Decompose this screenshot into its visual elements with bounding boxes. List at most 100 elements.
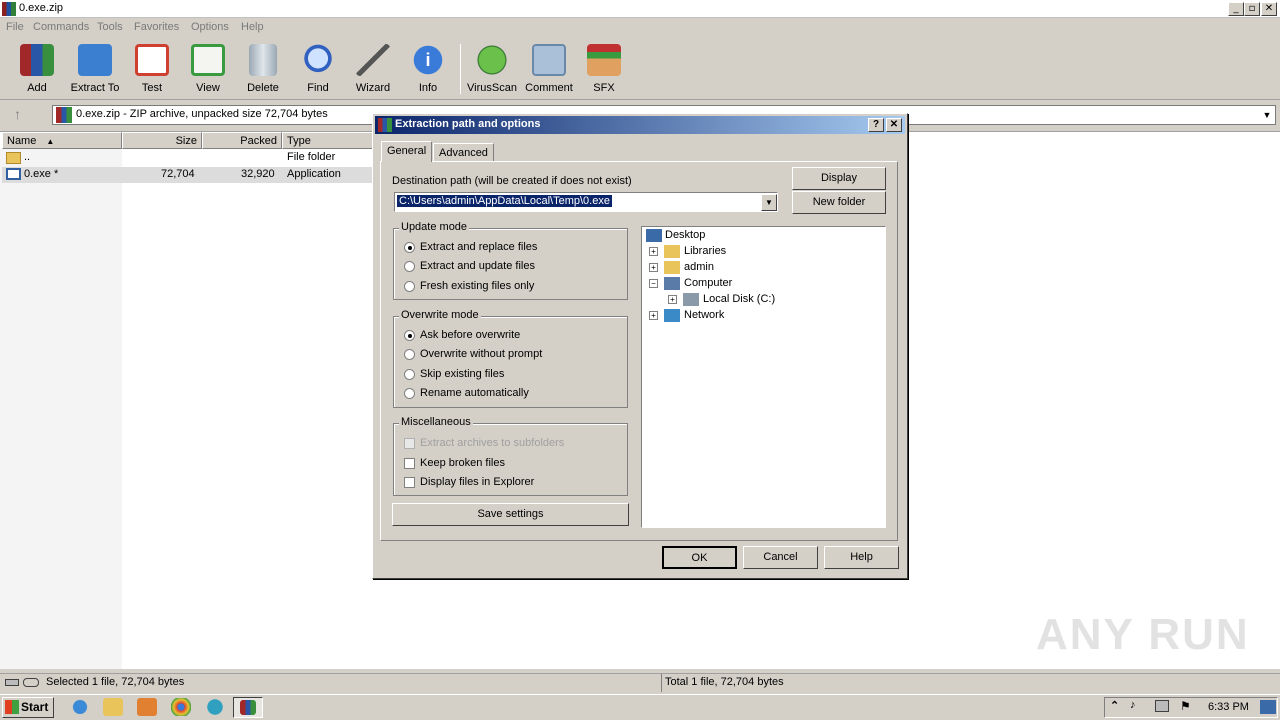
address-dropdown-icon[interactable]: ▼ bbox=[1259, 106, 1275, 124]
destination-dropdown-icon[interactable]: ▼ bbox=[761, 194, 777, 211]
toolbar-label: Info bbox=[418, 82, 438, 94]
toolbar-label: Wizard bbox=[355, 82, 391, 94]
column-header-type[interactable]: Type bbox=[282, 132, 374, 149]
sort-arrow-icon: ▲ bbox=[46, 137, 55, 146]
column-header-name[interactable]: Name ▲ bbox=[2, 132, 122, 149]
comment-icon bbox=[532, 44, 566, 76]
column-header-size[interactable]: Size bbox=[122, 132, 202, 149]
tray-chevron-icon[interactable]: ⌃ bbox=[1110, 699, 1119, 712]
tab-general[interactable]: General bbox=[381, 141, 433, 162]
virus-scan-icon bbox=[475, 44, 509, 76]
tree-node-computer[interactable]: Computer bbox=[684, 277, 732, 289]
tree-node-network[interactable]: Network bbox=[684, 309, 724, 321]
tree-node-local-disk[interactable]: Local Disk (C:) bbox=[703, 293, 775, 305]
column-label: Name bbox=[7, 135, 37, 147]
add-archive-icon bbox=[20, 44, 54, 76]
chrome-icon[interactable] bbox=[171, 698, 191, 716]
option-rename-auto: Rename automatically bbox=[420, 387, 529, 399]
option-keep-broken: Keep broken files bbox=[420, 457, 505, 469]
restore-button[interactable]: ▫ bbox=[1244, 2, 1260, 16]
toolbar-delete-button[interactable]: Delete bbox=[233, 44, 293, 96]
flag-icon[interactable]: ⚑ bbox=[1180, 699, 1191, 713]
menu-options[interactable]: Options bbox=[191, 21, 229, 33]
toolbar-test-button[interactable]: Test bbox=[122, 44, 182, 96]
close-button[interactable]: ✕ bbox=[1261, 2, 1277, 16]
tree-node-libraries[interactable]: Libraries bbox=[684, 245, 726, 257]
menu-commands[interactable]: Commands bbox=[33, 21, 89, 33]
ie-icon[interactable] bbox=[70, 698, 90, 716]
new-folder-button[interactable]: New folder bbox=[792, 191, 886, 214]
start-label: Start bbox=[21, 700, 49, 714]
address-text: 0.exe.zip - ZIP archive, unpacked size 7… bbox=[76, 108, 328, 120]
test-clipboard-icon bbox=[135, 44, 169, 76]
display-button[interactable]: Display bbox=[792, 167, 886, 190]
up-arrow-icon[interactable]: ↑ bbox=[14, 106, 21, 122]
toolbar-info-button[interactable]: i Info bbox=[398, 44, 458, 96]
tree-node-desktop[interactable]: Desktop bbox=[665, 229, 705, 241]
network-tray-icon[interactable] bbox=[1155, 700, 1169, 712]
save-settings-button[interactable]: Save settings bbox=[392, 503, 629, 526]
menu-file[interactable]: File bbox=[6, 21, 24, 33]
option-overwrite-without-prompt: Overwrite without prompt bbox=[420, 348, 543, 360]
explorer-icon[interactable] bbox=[103, 698, 123, 716]
checkbox-display-explorer[interactable] bbox=[404, 477, 415, 488]
checkbox-keep-broken[interactable] bbox=[404, 458, 415, 469]
taskbar bbox=[0, 694, 1280, 720]
title-bar bbox=[0, 0, 1280, 18]
extract-folder-icon bbox=[78, 44, 112, 76]
help-button[interactable]: Help bbox=[824, 546, 899, 569]
media-player-icon[interactable] bbox=[137, 698, 157, 716]
toolbar-find-button[interactable]: Find bbox=[288, 44, 348, 96]
tree-node-admin[interactable]: admin bbox=[684, 261, 714, 273]
collapse-icon[interactable]: − bbox=[649, 279, 658, 288]
toolbar-label: Find bbox=[307, 82, 329, 94]
local-disk-icon bbox=[683, 293, 699, 306]
toolbar-wizard-button[interactable]: Wizard bbox=[343, 44, 403, 96]
overwrite-mode-label: Overwrite mode bbox=[399, 309, 481, 321]
toolbar-comment-button[interactable]: Comment bbox=[519, 44, 579, 96]
volume-icon[interactable]: ♪ bbox=[1130, 699, 1136, 711]
menu-tools[interactable]: Tools bbox=[97, 21, 123, 33]
dialog-help-button[interactable]: ? bbox=[868, 118, 884, 132]
column-header-packed[interactable]: Packed bbox=[202, 132, 282, 149]
toolbar-label: Delete bbox=[247, 82, 279, 94]
toolbar-extract-to-button[interactable]: Extract To bbox=[65, 44, 125, 96]
radio-extract-update[interactable] bbox=[404, 261, 415, 272]
dialog-close-button[interactable]: ✕ bbox=[886, 118, 902, 132]
cancel-button[interactable]: Cancel bbox=[743, 546, 818, 569]
destination-value: C:\Users\admin\AppData\Local\Temp\0.exe bbox=[397, 195, 612, 207]
edge-icon[interactable] bbox=[205, 698, 225, 716]
clock: 6:33 PM bbox=[1208, 701, 1249, 713]
tab-advanced[interactable]: Advanced bbox=[433, 143, 494, 161]
expand-icon[interactable]: + bbox=[649, 263, 658, 272]
expand-icon[interactable]: + bbox=[668, 295, 677, 304]
toolbar-sfx-button[interactable]: SFX bbox=[574, 44, 634, 96]
expand-icon[interactable]: + bbox=[649, 247, 658, 256]
expand-icon[interactable]: + bbox=[649, 311, 658, 320]
info-icon: i bbox=[411, 44, 445, 76]
view-book-icon bbox=[191, 44, 225, 76]
menu-favorites[interactable]: Favorites bbox=[134, 21, 179, 33]
destination-label: Destination path (will be created if doe… bbox=[392, 175, 632, 187]
radio-rename-auto[interactable] bbox=[404, 388, 415, 399]
toolbar-label: Extract To bbox=[70, 82, 120, 94]
show-desktop-icon[interactable] bbox=[1260, 700, 1276, 714]
minimize-button[interactable]: _ bbox=[1228, 2, 1244, 16]
row-name: .. bbox=[24, 151, 31, 163]
radio-skip-existing[interactable] bbox=[404, 369, 415, 380]
dialog-icon bbox=[378, 118, 392, 132]
radio-fresh-existing[interactable] bbox=[404, 281, 415, 292]
toolbar-add-button[interactable]: Add bbox=[7, 44, 67, 96]
radio-extract-replace[interactable] bbox=[404, 242, 415, 253]
toolbar-virusscan-button[interactable]: VirusScan bbox=[462, 44, 522, 96]
ok-button[interactable]: OK bbox=[662, 546, 737, 569]
option-fresh-existing: Fresh existing files only bbox=[420, 280, 535, 292]
menu-help[interactable]: Help bbox=[241, 21, 264, 33]
option-extract-subfolders: Extract archives to subfolders bbox=[420, 437, 565, 449]
radio-overwrite-without-prompt[interactable] bbox=[404, 349, 415, 360]
radio-ask-overwrite[interactable] bbox=[404, 330, 415, 341]
archive-icon bbox=[56, 107, 72, 123]
user-folder-icon bbox=[664, 261, 680, 274]
toolbar-view-button[interactable]: View bbox=[178, 44, 238, 96]
option-ask-overwrite: Ask before overwrite bbox=[420, 329, 521, 341]
